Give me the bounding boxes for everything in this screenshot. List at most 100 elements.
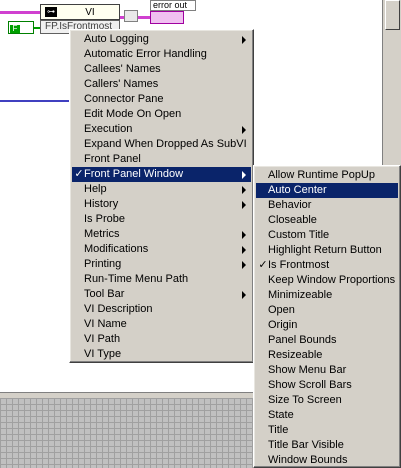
menu-item-label: Show Menu Bar — [268, 364, 347, 376]
menu-item-label: Execution — [84, 123, 133, 135]
menu-item[interactable]: Front Panel — [72, 152, 251, 167]
menu-item-label: Title Bar Visible — [268, 439, 344, 451]
menu-item-label: Custom Title — [268, 229, 330, 241]
menu-item[interactable]: VI Path — [72, 332, 251, 347]
menu-item[interactable]: Callers' Names — [72, 77, 251, 92]
menu-item[interactable]: Callees' Names — [72, 62, 251, 77]
menu-item-label: Front Panel Window — [84, 168, 184, 180]
error-cluster-icon — [150, 11, 184, 24]
menu-item-label: Auto Logging — [84, 33, 149, 45]
menu-item[interactable]: Connector Pane — [72, 92, 251, 107]
menu-item[interactable]: Printing — [72, 257, 251, 272]
menu-item[interactable]: VI Type — [72, 347, 251, 362]
menu-item[interactable]: Execution — [72, 122, 251, 137]
menu-item-label: Edit Mode On Open — [84, 108, 182, 120]
menu-item[interactable]: Metrics — [72, 227, 251, 242]
submenu-item[interactable]: Origin — [256, 318, 398, 333]
menu-item-label: Help — [84, 183, 107, 195]
menu-item-label: Connector Pane — [84, 93, 164, 105]
false-constant-label: F — [10, 25, 20, 33]
submenu-item[interactable]: Size To Screen — [256, 393, 398, 408]
menu-item[interactable]: ✓ Front Panel Window — [72, 167, 251, 182]
error-wire — [0, 11, 40, 14]
submenu-item[interactable]: Keep Window Proportions — [256, 273, 398, 288]
menu-item-label: Front Panel — [84, 153, 141, 165]
menu-item-label: Printing — [84, 258, 122, 270]
submenu-item[interactable]: Show Menu Bar — [256, 363, 398, 378]
submenu-item[interactable]: Title — [256, 423, 398, 438]
menu-item-label: Auto Center — [268, 184, 327, 196]
menu-item[interactable]: VI Description — [72, 302, 251, 317]
menu-item[interactable]: Expand When Dropped As SubVI — [72, 137, 251, 152]
checkmark-icon: ✓ — [258, 259, 268, 271]
menu-item-label: Metrics — [84, 228, 120, 240]
menu-item-label: Size To Screen — [268, 394, 342, 406]
menu-item-label: Keep Window Proportions — [268, 274, 396, 286]
vi-label: VI — [85, 6, 95, 18]
submenu-arrow-icon — [242, 201, 246, 209]
submenu-item[interactable]: State — [256, 408, 398, 423]
menu-item-label: Panel Bounds — [268, 334, 337, 346]
reference-wire — [0, 100, 69, 102]
menu-item-label: Automatic Error Handling — [84, 48, 207, 60]
submenu-item[interactable]: Show Scroll Bars — [256, 378, 398, 393]
menu-item-label: VI Path — [84, 333, 121, 345]
submenu-arrow-icon — [242, 126, 246, 134]
menu-item-label: Resizeable — [268, 349, 323, 361]
menu-item-label: Callers' Names — [84, 78, 159, 90]
submenu-item[interactable]: Minimizeable — [256, 288, 398, 303]
submenu-item[interactable]: Window Bounds — [256, 453, 398, 468]
menu-item-label: Highlight Return Button — [268, 244, 382, 256]
submenu-item[interactable]: Open — [256, 303, 398, 318]
menu-item-label: Expand When Dropped As SubVI — [84, 138, 247, 150]
menu-item-label: Open — [268, 304, 295, 316]
submenu-item[interactable]: Title Bar Visible — [256, 438, 398, 453]
menu-item[interactable]: Auto Logging — [72, 32, 251, 47]
menu-item[interactable]: VI Name — [72, 317, 251, 332]
menu-item-label: Closeable — [268, 214, 317, 226]
menu-item-label: Allow Runtime PopUp — [268, 169, 375, 181]
menu-item-label: VI Name — [84, 318, 127, 330]
menu-item-label: Title — [268, 424, 289, 436]
submenu-item[interactable]: Custom Title — [256, 228, 398, 243]
menu-item[interactable]: Automatic Error Handling — [72, 47, 251, 62]
submenu-item[interactable]: Resizeable — [256, 348, 398, 363]
menu-item-label: Show Scroll Bars — [268, 379, 352, 391]
submenu-item[interactable]: Closeable — [256, 213, 398, 228]
menu-item-label: Origin — [268, 319, 298, 331]
submenu-item[interactable]: Panel Bounds — [256, 333, 398, 348]
menu-item[interactable]: Modifications — [72, 242, 251, 257]
front-panel-window-submenu: Allow Runtime PopUp Auto Center Behavior Cl… — [253, 165, 401, 468]
scroll-thumb[interactable] — [385, 0, 400, 30]
submenu-item[interactable]: Auto Center — [256, 183, 398, 198]
menu-item[interactable]: History — [72, 197, 251, 212]
submenu-item[interactable]: Allow Runtime PopUp — [256, 168, 398, 183]
error-terminal — [124, 10, 138, 22]
menu-item-label: Is Frontmost — [268, 259, 330, 271]
menu-item-label: VI Description — [84, 303, 153, 315]
menu-item-label: Behavior — [268, 199, 312, 211]
submenu-item[interactable]: Highlight Return Button — [256, 243, 398, 258]
menu-item[interactable]: Is Probe — [72, 212, 251, 227]
menu-item-label: Modifications — [84, 243, 149, 255]
error-out-indicator[interactable]: error out — [150, 0, 196, 11]
menu-item-label: History — [84, 198, 119, 210]
menu-item[interactable]: Run-Time Menu Path — [72, 272, 251, 287]
submenu-item[interactable]: Behavior — [256, 198, 398, 213]
menu-item-label: Window Bounds — [268, 454, 348, 466]
menu-item-label: State — [268, 409, 294, 421]
menu-item-label: Run-Time Menu Path — [84, 273, 189, 285]
submenu-arrow-icon — [242, 231, 246, 239]
menu-item[interactable]: Tool Bar — [72, 287, 251, 302]
reference-icon: ⊶ — [45, 7, 57, 17]
menu-item-label: Tool Bar — [84, 288, 125, 300]
vi-reference-node[interactable]: ⊶ VI — [40, 4, 120, 20]
submenu-arrow-icon — [242, 186, 246, 194]
menu-item[interactable]: Help — [72, 182, 251, 197]
submenu-arrow-icon — [242, 291, 246, 299]
submenu-item[interactable]: ✓ Is Frontmost — [256, 258, 398, 273]
false-constant[interactable]: F — [8, 21, 34, 34]
menu-item-label: Is Probe — [84, 213, 125, 225]
menu-item[interactable]: Edit Mode On Open — [72, 107, 251, 122]
menu-item-label: Callees' Names — [84, 63, 161, 75]
